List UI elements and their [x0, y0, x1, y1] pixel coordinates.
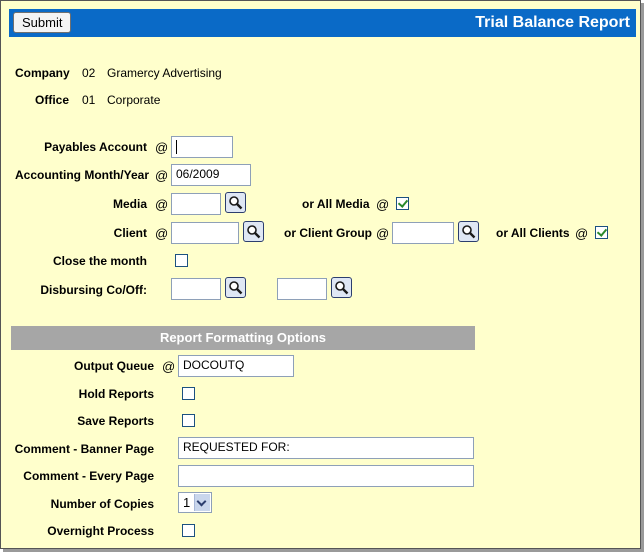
office-code: 01	[82, 93, 96, 107]
close-month-checkbox[interactable]	[175, 254, 188, 267]
client-label: Client	[113, 226, 147, 240]
close-month-label: Close the month	[52, 254, 147, 268]
all-media-checkbox[interactable]	[396, 197, 409, 210]
formatting-section-header: Report Formatting Options	[11, 326, 475, 350]
media-lookup-button[interactable]	[225, 192, 246, 213]
accounting-month-label: Accounting Month/Year	[15, 168, 150, 182]
comment-banner-value: REQUESTED FOR:	[183, 440, 290, 454]
disbursing-company-lookup-button[interactable]	[225, 277, 246, 298]
accounting-month-at: @	[155, 168, 169, 183]
payables-account-input[interactable]	[171, 136, 233, 158]
output-queue-input[interactable]: DOCOUTQ	[178, 355, 294, 377]
company-name: Gramercy Advertising	[107, 66, 222, 80]
all-media-label: or All Media	[302, 197, 370, 211]
header-bar: Submit Trial Balance Report	[9, 9, 636, 37]
client-input[interactable]	[171, 222, 239, 244]
client-at: @	[155, 226, 169, 241]
comment-every-input[interactable]	[178, 465, 474, 487]
copies-label: Number of Copies	[50, 497, 154, 511]
output-queue-label: Output Queue	[74, 359, 154, 373]
company-code: 02	[82, 66, 96, 80]
formatting-section-title: Report Formatting Options	[159, 330, 327, 345]
media-input[interactable]	[171, 193, 221, 215]
output-queue-at: @	[162, 359, 176, 374]
hold-reports-label: Hold Reports	[78, 387, 154, 401]
magnifier-icon	[229, 196, 243, 210]
copies-select[interactable]: 1	[178, 492, 212, 513]
comment-every-label: Comment - Every Page	[23, 469, 154, 483]
comment-banner-input[interactable]: REQUESTED FOR:	[178, 437, 474, 459]
hold-reports-checkbox[interactable]	[182, 387, 195, 400]
all-clients-at: @	[575, 226, 589, 241]
media-at: @	[155, 197, 169, 212]
report-window: Submit Trial Balance Report Company 02 G…	[0, 0, 641, 549]
accounting-month-value: 06/2009	[176, 167, 220, 181]
media-label: Media	[112, 197, 147, 211]
magnifier-icon	[462, 225, 476, 239]
payables-account-at: @	[155, 140, 169, 155]
save-reports-label: Save Reports	[77, 414, 154, 428]
text-cursor	[176, 140, 177, 154]
client-group-input[interactable]	[392, 222, 454, 244]
client-group-lookup-button[interactable]	[458, 221, 479, 242]
all-clients-label: or All Clients	[496, 226, 570, 240]
client-group-label: or Client Group	[284, 226, 372, 240]
copies-value: 1	[183, 495, 191, 510]
output-queue-value: DOCOUTQ	[183, 358, 245, 372]
client-lookup-button[interactable]	[243, 221, 264, 242]
company-label: Company	[15, 66, 70, 80]
disbursing-label: Disbursing Co/Off:	[40, 283, 147, 297]
disbursing-company-input[interactable]	[171, 278, 221, 300]
office-name: Corporate	[107, 93, 161, 107]
save-reports-checkbox[interactable]	[182, 414, 195, 427]
disbursing-office-lookup-button[interactable]	[331, 277, 352, 298]
client-group-at: @	[376, 226, 390, 241]
page-title: Trial Balance Report	[475, 14, 630, 31]
magnifier-icon	[247, 225, 261, 239]
accounting-month-input[interactable]: 06/2009	[171, 164, 251, 186]
comment-banner-label: Comment - Banner Page	[14, 442, 154, 456]
chevron-down-icon	[194, 494, 210, 511]
payables-account-label: Payables Account	[44, 140, 147, 154]
overnight-checkbox[interactable]	[182, 524, 195, 537]
overnight-label: Overnight Process	[47, 524, 154, 538]
magnifier-icon	[229, 281, 243, 295]
office-label: Office	[35, 93, 70, 107]
all-media-at: @	[376, 197, 390, 212]
submit-button[interactable]: Submit	[13, 12, 72, 33]
magnifier-icon	[335, 281, 349, 295]
all-clients-checkbox[interactable]	[595, 226, 608, 239]
disbursing-office-input[interactable]	[277, 278, 327, 300]
